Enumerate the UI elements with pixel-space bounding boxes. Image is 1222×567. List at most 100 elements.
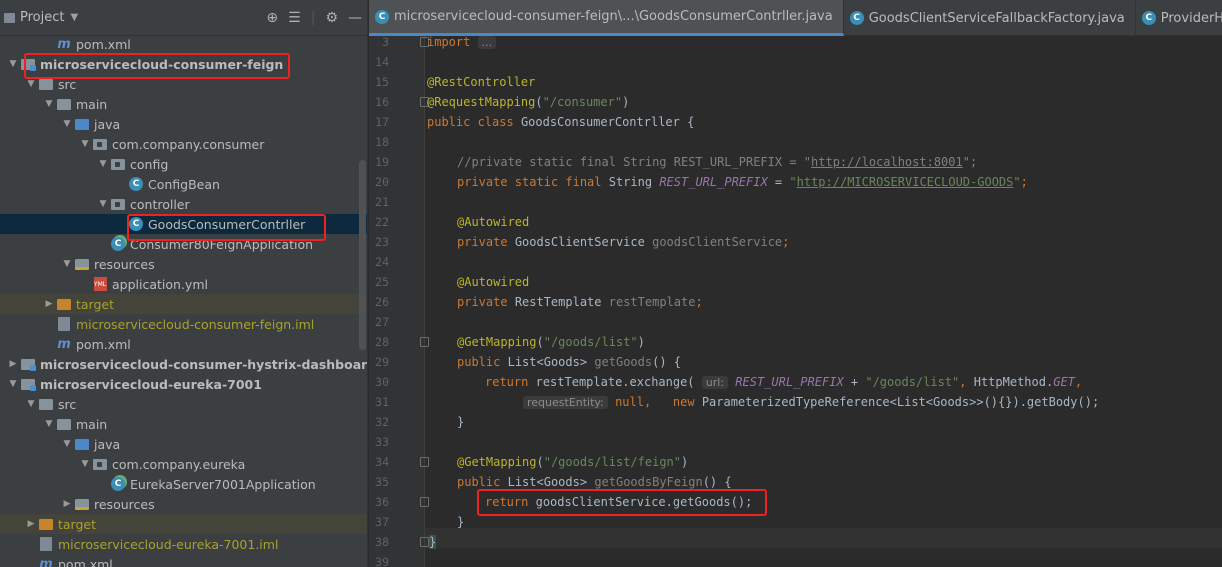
chevron-down-icon[interactable]: ▼: [6, 379, 20, 389]
tree-item-label: microservicecloud-eureka-7001: [40, 376, 262, 392]
package-icon: [110, 156, 126, 172]
tree-item-label: java: [94, 436, 121, 452]
chevron-right-icon[interactable]: ▶: [24, 519, 38, 529]
tree-item-label: main: [76, 416, 108, 432]
tree-item[interactable]: ▼ main: [0, 94, 367, 114]
chevron-down-icon[interactable]: ▼: [78, 459, 92, 469]
tree-item[interactable]: ▼ config: [0, 154, 367, 174]
gear-icon[interactable]: ⚙: [325, 10, 338, 26]
line-number: 28: [375, 335, 389, 349]
locate-file-icon[interactable]: ⊕: [266, 10, 278, 26]
tree-item[interactable]: C ConfigBean: [0, 174, 367, 194]
chevron-down-icon[interactable]: ▼: [42, 419, 56, 429]
line-number: 15: [375, 75, 389, 89]
chevron-right-icon[interactable]: ▶: [60, 499, 74, 509]
code-line: requestEntity: null, new ParameterizedTy…: [523, 392, 1099, 412]
tree-item[interactable]: microservicecloud-consumer-feign.iml: [0, 314, 367, 334]
tree-item[interactable]: microservicecloud-eureka-7001.iml: [0, 534, 367, 554]
line-number: 20: [375, 175, 389, 189]
code-line: }: [457, 515, 465, 529]
editor-tab[interactable]: C GoodsClientServiceFallbackFactory.java: [844, 0, 1136, 36]
maven-icon: m: [57, 336, 71, 352]
tree-item[interactable]: ▶ target: [0, 294, 367, 314]
tree-item[interactable]: ▶ resources: [0, 494, 367, 514]
editor-tab-label: microservicecloud-consumer-feign\...\Goo…: [394, 9, 833, 24]
chevron-down-icon[interactable]: ▼: [96, 159, 110, 169]
chevron-down-icon[interactable]: ▼: [78, 139, 92, 149]
tree-item[interactable]: m pom.xml: [0, 34, 367, 54]
folded-imports[interactable]: ...: [477, 36, 497, 49]
code-line: public class GoodsConsumerContrller {: [427, 115, 695, 129]
maven-icon: m: [39, 556, 53, 567]
spring-class-icon: C: [110, 236, 126, 252]
tree-item[interactable]: ▼ src: [0, 394, 367, 414]
package-icon: [92, 136, 108, 152]
line-number: 25: [375, 275, 389, 289]
resources-folder-icon: [74, 256, 90, 272]
tree-item[interactable]: ▶ target: [0, 514, 367, 534]
tree-item-label: main: [76, 96, 108, 112]
tree-item[interactable]: ▼ resources: [0, 254, 367, 274]
code-line: private RestTemplate restTemplate;: [457, 295, 703, 309]
tree-item[interactable]: ▶ microservicecloud-consumer-hystrix-dash…: [0, 354, 367, 374]
folder-icon: [38, 396, 54, 412]
line-number: 18: [375, 135, 389, 149]
tree-item[interactable]: m pom.xml: [0, 334, 367, 354]
line-number: 14: [375, 55, 389, 69]
tree-item[interactable]: ▼ controller: [0, 194, 367, 214]
class-icon: C: [1141, 11, 1156, 25]
line-number: 3: [382, 35, 389, 49]
module-folder-icon: [20, 376, 36, 392]
code-line: private GoodsClientService goodsClientSe…: [457, 235, 790, 249]
editor-tabs: Cmicroservicecloud-consumer-feign\...\Go…: [369, 0, 1222, 36]
tree-item[interactable]: ▼ com.company.eureka: [0, 454, 367, 474]
scrollbar[interactable]: [359, 160, 366, 350]
chevron-down-icon[interactable]: ▼: [24, 79, 38, 89]
chevron-down-icon[interactable]: ▼: [96, 199, 110, 209]
code-line: @GetMapping("/goods/list/feign"): [457, 455, 689, 469]
tree-item-label: microservicecloud-eureka-7001.iml: [58, 536, 279, 552]
tree-item[interactable]: YML application.yml: [0, 274, 367, 294]
tree-item-label: pom.xml: [76, 36, 131, 52]
line-number: 21: [375, 195, 389, 209]
project-view-selector[interactable]: Project: [20, 10, 64, 25]
chevron-right-icon[interactable]: ▶: [6, 359, 20, 369]
highlight-box-module: [24, 53, 290, 79]
tree-item-label: src: [58, 396, 77, 412]
tree-item[interactable]: ▼ java: [0, 114, 367, 134]
project-panel: Project ▼ ⊕ ☰ | ⚙ — m pom.xml ▼ microservic…: [0, 0, 368, 567]
tree-item[interactable]: m pom.xml: [0, 554, 367, 567]
editor-tab[interactable]: C ProviderHystrix80: [1136, 0, 1222, 36]
line-number: 17: [375, 115, 389, 129]
source-folder-icon: [74, 116, 90, 132]
tree-item-label: target: [58, 516, 97, 532]
tree-item-label: EurekaServer7001Application: [130, 476, 316, 492]
line-number: 16: [375, 95, 389, 109]
code-line: public List<Goods> getGoods() {: [457, 355, 682, 369]
chevron-down-icon[interactable]: ▼: [60, 259, 74, 269]
tree-item[interactable]: C EurekaServer7001Application: [0, 474, 367, 494]
line-number: 19: [375, 155, 389, 169]
code-area[interactable]: import ... @RestController @RequestMappi…: [427, 36, 1222, 567]
chevron-down-icon[interactable]: ▼: [60, 119, 74, 129]
chevron-down-icon[interactable]: ▼: [24, 399, 38, 409]
tree-item[interactable]: ▼ microservicecloud-eureka-7001: [0, 374, 367, 394]
chevron-down-icon[interactable]: ▼: [6, 59, 20, 69]
project-panel-header: Project ▼ ⊕ ☰ | ⚙ —: [0, 0, 367, 36]
chevron-down-icon[interactable]: ▼: [70, 12, 78, 23]
tree-item[interactable]: ▼ main: [0, 414, 367, 434]
collapse-all-icon[interactable]: ☰: [288, 10, 301, 26]
line-number: 24: [375, 255, 389, 269]
editor-tab[interactable]: Cmicroservicecloud-consumer-feign\...\Go…: [369, 0, 844, 36]
code-line: return restTemplate.exchange( url: REST_…: [485, 375, 1083, 389]
code-line: @Autowired: [457, 275, 530, 289]
hide-panel-icon[interactable]: —: [348, 10, 362, 26]
chevron-down-icon[interactable]: ▼: [42, 99, 56, 109]
chevron-right-icon[interactable]: ▶: [42, 299, 56, 309]
folder-icon: [56, 416, 72, 432]
chevron-down-icon[interactable]: ▼: [60, 439, 74, 449]
tree-item[interactable]: ▼ java: [0, 434, 367, 454]
tree-item[interactable]: ▼ com.company.consumer: [0, 134, 367, 154]
line-number: 38: [375, 535, 389, 549]
highlight-box-return-line: [477, 489, 767, 516]
